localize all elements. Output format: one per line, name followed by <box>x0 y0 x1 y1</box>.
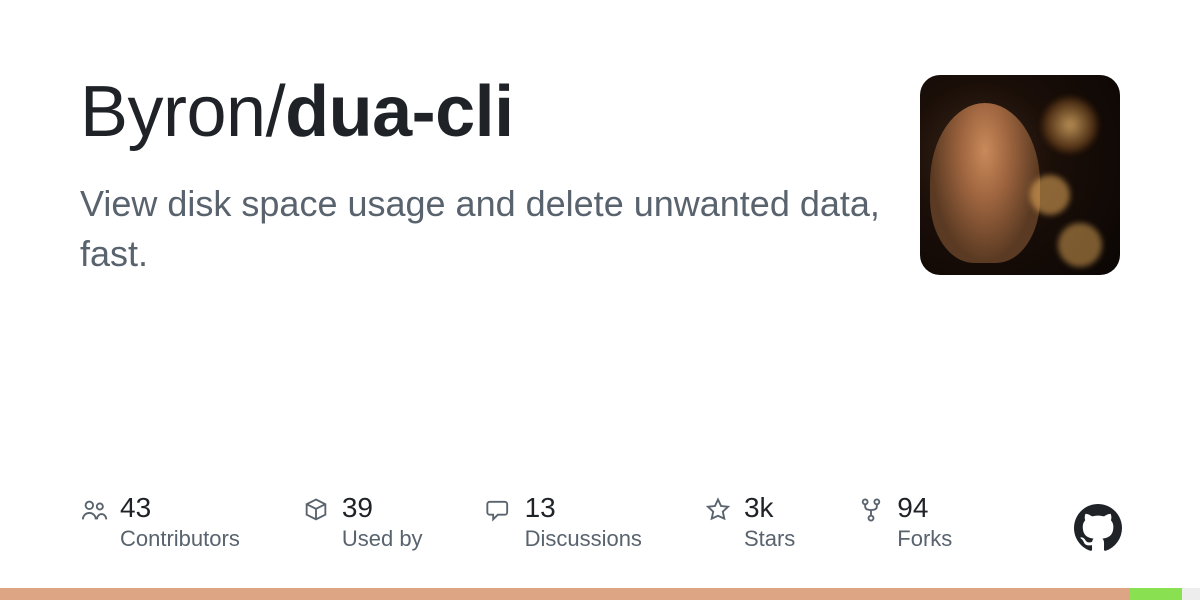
repo-name: dua-cli <box>285 72 514 152</box>
stat-value: 43 <box>120 493 240 524</box>
repo-description: View disk space usage and delete unwante… <box>80 179 880 280</box>
people-icon <box>80 496 108 524</box>
stat-usedby[interactable]: 39 Used by <box>302 493 423 552</box>
stat-value: 94 <box>897 493 952 524</box>
stat-label: Forks <box>897 526 952 552</box>
fork-icon <box>857 496 885 524</box>
discussion-icon <box>485 496 513 524</box>
stat-label: Discussions <box>525 526 642 552</box>
star-icon <box>704 496 732 524</box>
language-bar <box>0 588 1200 600</box>
stat-value: 3k <box>744 493 795 524</box>
github-logo-icon[interactable] <box>1074 504 1122 552</box>
owner-avatar[interactable] <box>920 75 1120 275</box>
stat-forks[interactable]: 94 Forks <box>857 493 952 552</box>
language-segment <box>1130 588 1182 600</box>
language-segment <box>0 588 1130 600</box>
stat-label: Contributors <box>120 526 240 552</box>
repo-owner: Byron <box>80 72 266 152</box>
stat-value: 39 <box>342 493 423 524</box>
stat-discussions[interactable]: 13 Discussions <box>485 493 642 552</box>
stat-label: Stars <box>744 526 795 552</box>
package-icon <box>302 496 330 524</box>
language-segment <box>1182 588 1200 600</box>
stat-label: Used by <box>342 526 423 552</box>
stat-stars[interactable]: 3k Stars <box>704 493 795 552</box>
stat-value: 13 <box>525 493 642 524</box>
repo-stats: 43 Contributors 39 Used by 13 Discussion… <box>80 493 952 552</box>
stat-contributors[interactable]: 43 Contributors <box>80 493 240 552</box>
repo-separator: / <box>266 72 286 152</box>
repo-title[interactable]: Byron/dua-cli <box>80 75 880 151</box>
